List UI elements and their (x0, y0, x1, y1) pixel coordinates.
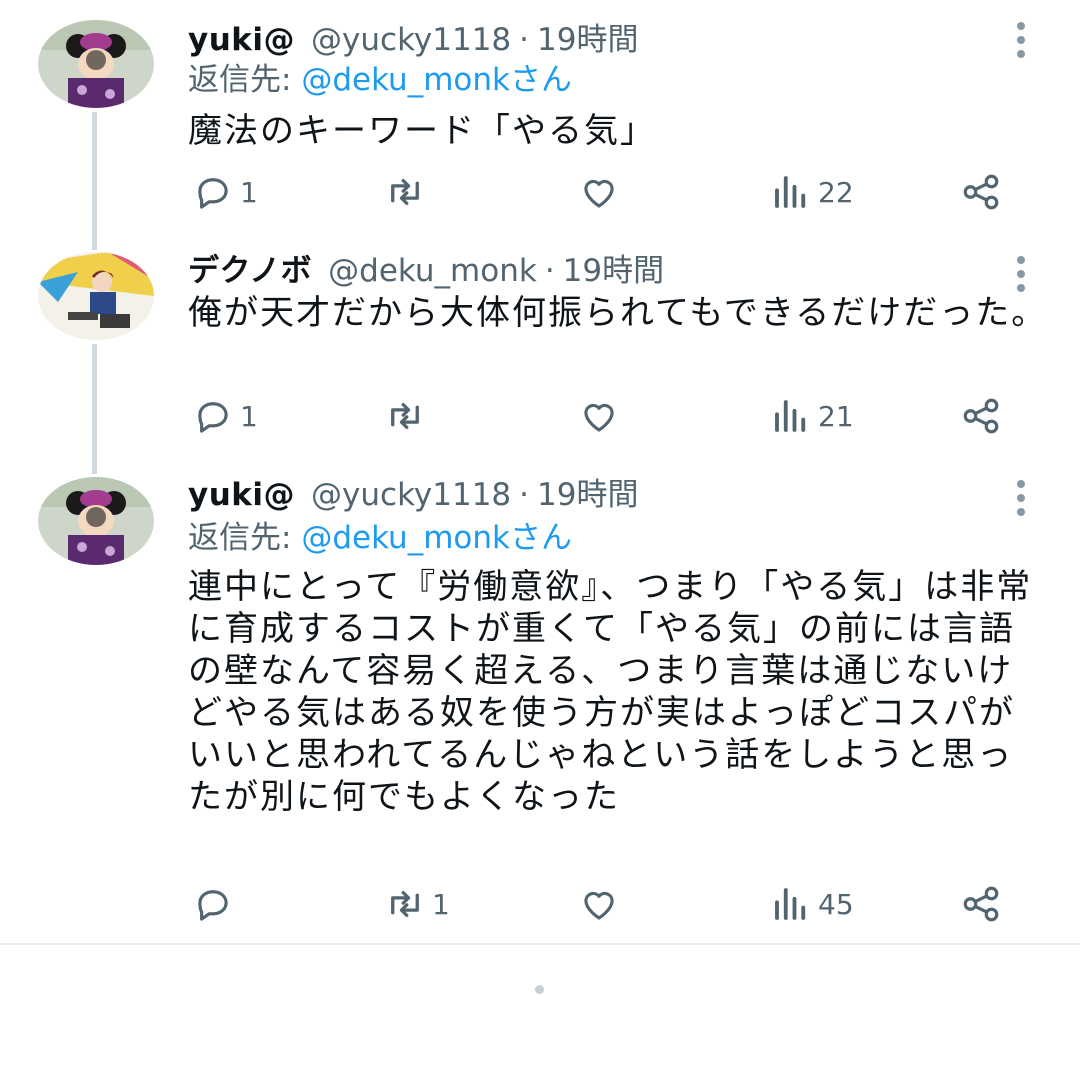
minnie-mouse-avatar-icon (38, 477, 154, 565)
timestamp[interactable]: 19時間 (537, 475, 638, 515)
like-button[interactable] (578, 882, 626, 926)
retweet-count: 1 (432, 887, 450, 921)
view-count: 45 (818, 887, 854, 921)
reply-to: 返信先: @deku_monkさん (188, 60, 572, 100)
action-bar: 1 21 (188, 394, 1018, 438)
more-icon[interactable] (1014, 256, 1028, 292)
tweet-text: 魔法のキーワード「やる気」 (188, 111, 656, 151)
minnie-mouse-avatar-icon (38, 20, 154, 108)
reply-button[interactable]: 1 (192, 394, 258, 438)
retweet-icon (391, 178, 419, 206)
reply-count: 1 (240, 175, 258, 209)
reply-icon (198, 890, 228, 921)
action-bar: 1 45 (188, 882, 1018, 926)
views-icon (775, 888, 806, 920)
thread-connector (92, 112, 97, 250)
like-icon (584, 403, 614, 432)
retweet-button[interactable]: 1 (384, 882, 450, 926)
tweet-header: デクノボ @deku_monk · 19時間 (188, 251, 664, 291)
retweet-icon (391, 890, 419, 918)
separator: · (544, 253, 555, 289)
display-name[interactable]: yuki@ (188, 20, 295, 60)
like-icon (584, 891, 614, 920)
tweet-text: 連中にとって『労働意欲』、つまり「やる気」は非常に育成するコストが重くて「やる気… (188, 567, 1033, 817)
retweet-icon (391, 402, 419, 430)
user-handle[interactable]: @yucky1118 (311, 475, 511, 515)
divider (0, 943, 1080, 945)
view-count: 21 (818, 399, 854, 433)
like-icon (584, 179, 614, 208)
tweet-text: 俺が天才だから大体何振られてもできるだけだった。 (188, 293, 1048, 333)
reply-button[interactable] (192, 882, 240, 926)
timestamp[interactable]: 19時間 (563, 251, 664, 291)
share-button[interactable] (960, 170, 1002, 214)
separator: · (519, 477, 530, 513)
display-name[interactable]: デクノボ (188, 251, 312, 291)
reply-mention[interactable]: @deku_monkさん (301, 62, 572, 98)
views-button[interactable]: 22 (770, 170, 854, 214)
user-handle[interactable]: @deku_monk (328, 251, 537, 291)
separator: · (519, 22, 530, 58)
more-icon[interactable] (1014, 22, 1028, 58)
views-button[interactable]: 21 (770, 394, 854, 438)
reply-mention[interactable]: @deku_monkさん (301, 520, 572, 556)
loading-indicator (535, 985, 544, 994)
retweet-button[interactable] (384, 170, 432, 214)
action-bar: 1 22 (188, 170, 1018, 214)
views-button[interactable]: 45 (770, 882, 854, 926)
share-icon (963, 174, 999, 210)
reply-icon (198, 402, 228, 433)
thread-connector (92, 344, 97, 474)
timestamp[interactable]: 19時間 (537, 20, 638, 60)
views-icon (775, 400, 806, 432)
reply-to: 返信先: @deku_monkさん (188, 518, 572, 558)
share-button[interactable] (960, 882, 1002, 926)
like-button[interactable] (578, 394, 626, 438)
reply-prefix: 返信先: (188, 520, 292, 556)
retweet-button[interactable] (384, 394, 432, 438)
share-icon (963, 398, 999, 434)
tweet-header: yuki@ @yucky1118 · 19時間 (188, 475, 638, 515)
avatar[interactable] (38, 477, 154, 565)
views-icon (775, 176, 806, 208)
view-count: 22 (818, 175, 854, 209)
anime-character-avatar-icon (38, 252, 154, 340)
share-button[interactable] (960, 394, 1002, 438)
share-icon (963, 886, 999, 922)
more-icon[interactable] (1014, 480, 1028, 516)
reply-button[interactable]: 1 (192, 170, 258, 214)
avatar[interactable] (38, 20, 154, 108)
avatar[interactable] (38, 252, 154, 340)
tweet-header: yuki@ @yucky1118 · 19時間 (188, 20, 638, 60)
user-handle[interactable]: @yucky1118 (311, 20, 511, 60)
like-button[interactable] (578, 170, 626, 214)
reply-prefix: 返信先: (188, 62, 292, 98)
display-name[interactable]: yuki@ (188, 475, 295, 515)
reply-count: 1 (240, 399, 258, 433)
reply-icon (198, 178, 228, 209)
